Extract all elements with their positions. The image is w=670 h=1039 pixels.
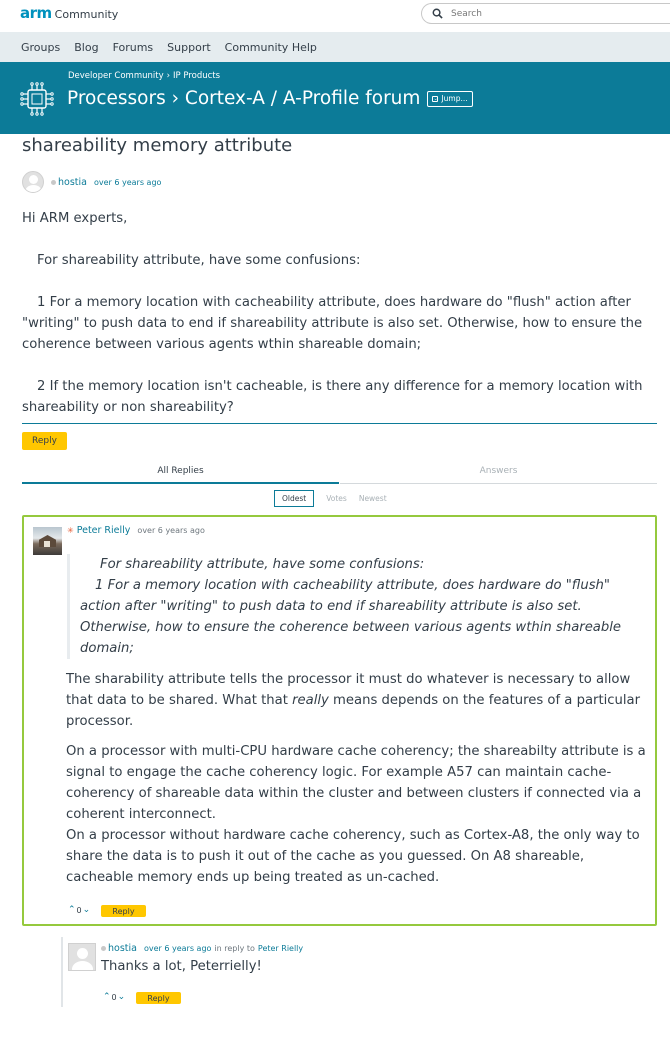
breadcrumb-ip-products[interactable]: IP Products [173,71,220,81]
vote-count: 0 [111,992,117,1002]
quote-line: For shareability attribute, have some co… [100,557,425,572]
answer-author-link[interactable]: Peter Rielly [77,525,131,536]
answer-reply-button[interactable]: Reply [101,905,146,917]
question-meta: hostia over 6 years ago [22,171,161,193]
member-badge-icon: ✳ [67,526,74,535]
in-reply-to-label: in reply to [214,944,255,953]
presence-dot-icon [101,946,106,951]
question-reply-button[interactable]: Reply [22,432,67,450]
question-author-link[interactable]: hostia [58,177,87,188]
chevron-down-icon: ⌄ [432,95,439,102]
reply-meta: hostia over 6 years ago in reply to Pete… [101,943,303,954]
nested-reply: hostia over 6 years ago in reply to Pete… [61,937,657,1007]
nav-forums[interactable]: Forums [113,41,154,54]
reply-tabs: All Replies Answers [22,466,657,484]
breadcrumb-developer-community[interactable]: Developer Community [68,71,164,81]
search-input[interactable] [451,8,651,19]
quote-line: 1 For a memory location with cacheabilit… [80,578,622,656]
tab-all-replies[interactable]: All Replies [22,466,339,484]
avatar[interactable] [33,527,62,555]
answer-timestamp[interactable]: over 6 years ago [137,526,204,535]
vote-control: ⌃ 0 ⌄ [68,905,90,915]
logo-brand: arm [20,4,52,22]
avatar[interactable] [22,171,44,193]
answer-body: The sharability attribute tells the proc… [66,669,654,897]
question-paragraph: 1 For a memory location with cacheabilit… [22,295,643,352]
reply-author-link[interactable]: hostia [108,943,137,954]
search-icon[interactable] [432,4,443,23]
breadcrumb-separator: › [166,71,171,81]
reply-timestamp[interactable]: over 6 years ago [144,944,211,953]
answer-paragraph: The sharability attribute tells the proc… [66,669,654,732]
upvote-icon[interactable]: ⌃ [103,992,111,1002]
vote-count: 0 [76,905,82,915]
nav-community-help[interactable]: Community Help [225,41,317,54]
upvote-icon[interactable]: ⌃ [68,905,76,915]
question-paragraph: For shareability attribute, have some co… [37,253,361,268]
vote-control: ⌃ 0 ⌄ [103,992,125,1002]
nav-groups[interactable]: Groups [21,41,60,54]
answer-meta: ✳ Peter Rielly over 6 years ago [67,525,205,536]
presence-dot-icon [51,179,56,185]
forum-title: Processors › Cortex-A / A-Profile forum … [67,88,473,109]
jump-dropdown[interactable]: ⌄ Jump... [427,90,473,107]
divider [22,423,657,424]
main-nav: Groups Blog Forums Support Community Hel… [0,32,670,62]
thread-title: shareability memory attribute [22,135,293,156]
tab-answers[interactable]: Answers [340,466,657,484]
downvote-icon[interactable]: ⌄ [118,992,126,1002]
top-bar: arm Community [0,0,670,32]
sort-options: Oldest Votes Newest [274,490,387,507]
logo-text: Community [54,8,119,21]
question-paragraph: Hi ARM experts, [22,211,128,226]
nested-reply-button[interactable]: Reply [136,992,181,1004]
avatar[interactable] [68,943,96,971]
reply-text: Thanks a lot, Peterrielly! [101,959,262,974]
emphasis-text: really [292,693,329,708]
breadcrumb: Developer Community › IP Products [68,71,220,81]
nav-blog[interactable]: Blog [74,41,98,54]
forum-title-text[interactable]: Processors › Cortex-A / A-Profile forum [67,88,420,109]
parent-author-link[interactable]: Peter Rielly [258,944,303,953]
jump-label: Jump... [441,94,468,103]
sort-votes[interactable]: Votes [326,494,347,503]
blockquote: For shareability attribute, have some co… [67,554,642,659]
verified-answer: ✳ Peter Rielly over 6 years ago For shar… [22,515,657,926]
downvote-icon[interactable]: ⌄ [83,905,91,915]
search-box[interactable] [421,3,670,24]
nav-support[interactable]: Support [167,41,210,54]
arm-community-logo[interactable]: arm Community [20,4,118,22]
question-body: Hi ARM experts, For shareability attribu… [22,208,658,439]
answer-paragraph: On a processor without hardware cache co… [66,828,640,885]
question-timestamp[interactable]: over 6 years ago [94,178,161,187]
sort-newest[interactable]: Newest [359,494,387,503]
question-paragraph: 2 If the memory location isn't cacheable… [22,379,643,415]
forum-banner: Developer Community › IP Products Processo… [0,62,670,134]
sort-oldest[interactable]: Oldest [274,490,315,507]
processor-chip-icon [19,81,55,117]
answer-paragraph: On a processor with multi-CPU hardware c… [66,744,646,822]
